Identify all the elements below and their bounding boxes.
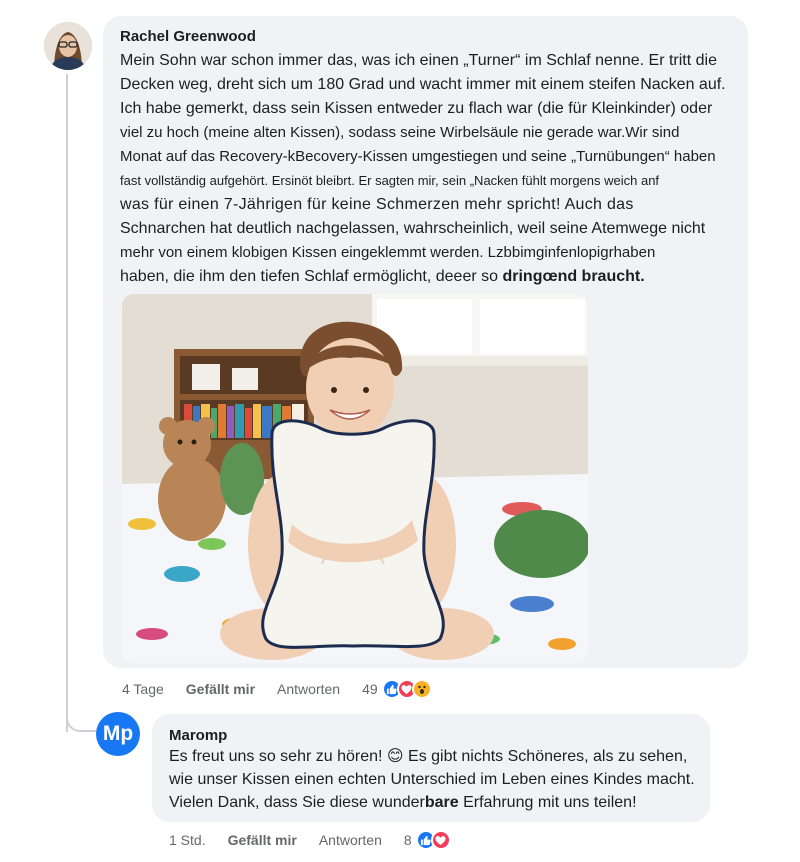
reaction-count[interactable]: 49 — [362, 681, 378, 697]
love-icon — [430, 830, 451, 850]
like-button[interactable]: Gefällt mir — [186, 681, 255, 697]
comment-line: haben, die ihm den tiefen Schlaf ermögli… — [120, 265, 735, 289]
like-button[interactable]: Gefällt mir — [228, 832, 297, 848]
reply-line: Es freut uns so sehr zu hören! 😊 Es gibt… — [169, 748, 688, 765]
reply-line-part: Vielen Dank, dass Sie diese wunder — [169, 794, 425, 811]
comment-photo[interactable] — [122, 294, 588, 663]
thread-line — [66, 74, 68, 732]
comment-line-bold: dringœnd braucht. — [502, 268, 645, 285]
comment-line: Mein Sohn war schon immer das, was ich e… — [120, 52, 717, 69]
avatar[interactable]: Mp — [96, 712, 140, 756]
reply-line-bold: bare — [424, 794, 459, 811]
reply-actions: 1 Std. Gefällt mir Antworten 8 — [169, 830, 451, 850]
wow-icon — [411, 679, 432, 699]
comment-line: Decken weg, dreht sich um 180 Grad und w… — [120, 76, 726, 93]
reactions[interactable] — [381, 679, 432, 699]
comment-line: viel zu hoch (meine alten Kissen), sodas… — [120, 124, 680, 141]
reply-line: Vielen Dank, dass Sie diese wunderbare E… — [169, 791, 699, 814]
comment-line: fast vollständig aufgehört. Ersinöt blei… — [120, 173, 660, 188]
reactions[interactable] — [415, 830, 451, 850]
comment-line-part: mehr von einem klobigen Kissen eingeklem… — [120, 244, 656, 261]
comment-author[interactable]: Rachel Greenwood — [120, 28, 256, 45]
comment-line: was für einen 7-Jährigen für keine Schme… — [120, 196, 634, 213]
comment-line-part: haben, die ihm den tiefen Schlaf ermögli… — [120, 268, 499, 285]
comment-actions: 4 Tage Gefällt mir Antworten 49 — [122, 679, 432, 699]
reaction-count[interactable]: 8 — [404, 832, 412, 848]
comment-line: Monat auf das Recovery-kBecovery-Kissen … — [120, 148, 716, 165]
comment-text: Mein Sohn war schon immer das, was ich e… — [120, 49, 735, 289]
comment-line: mehr von einem klobigen Kissen eingeklem… — [120, 241, 735, 265]
reply-button[interactable]: Antworten — [277, 681, 340, 697]
comment-line: Ich habe gemerkt, dass sein Kissen entwe… — [120, 100, 713, 117]
avatar[interactable] — [44, 22, 92, 70]
comment-time[interactable]: 4 Tage — [122, 681, 164, 697]
reply-time[interactable]: 1 Std. — [169, 832, 206, 848]
reply-author[interactable]: Maromp — [169, 727, 227, 744]
reply-text: Es freut uns so sehr zu hören! 😊 Es gibt… — [169, 745, 699, 814]
reply-line-part: Erfahrung mit uns teilen! — [458, 794, 637, 811]
thread-connector — [66, 698, 96, 732]
comment-line: Schnarchen hat deutlich nachgelassen, wa… — [120, 220, 706, 237]
reply-line: wie unser Kissen einen echten Unterschie… — [169, 771, 695, 788]
reply-button[interactable]: Antworten — [319, 832, 382, 848]
